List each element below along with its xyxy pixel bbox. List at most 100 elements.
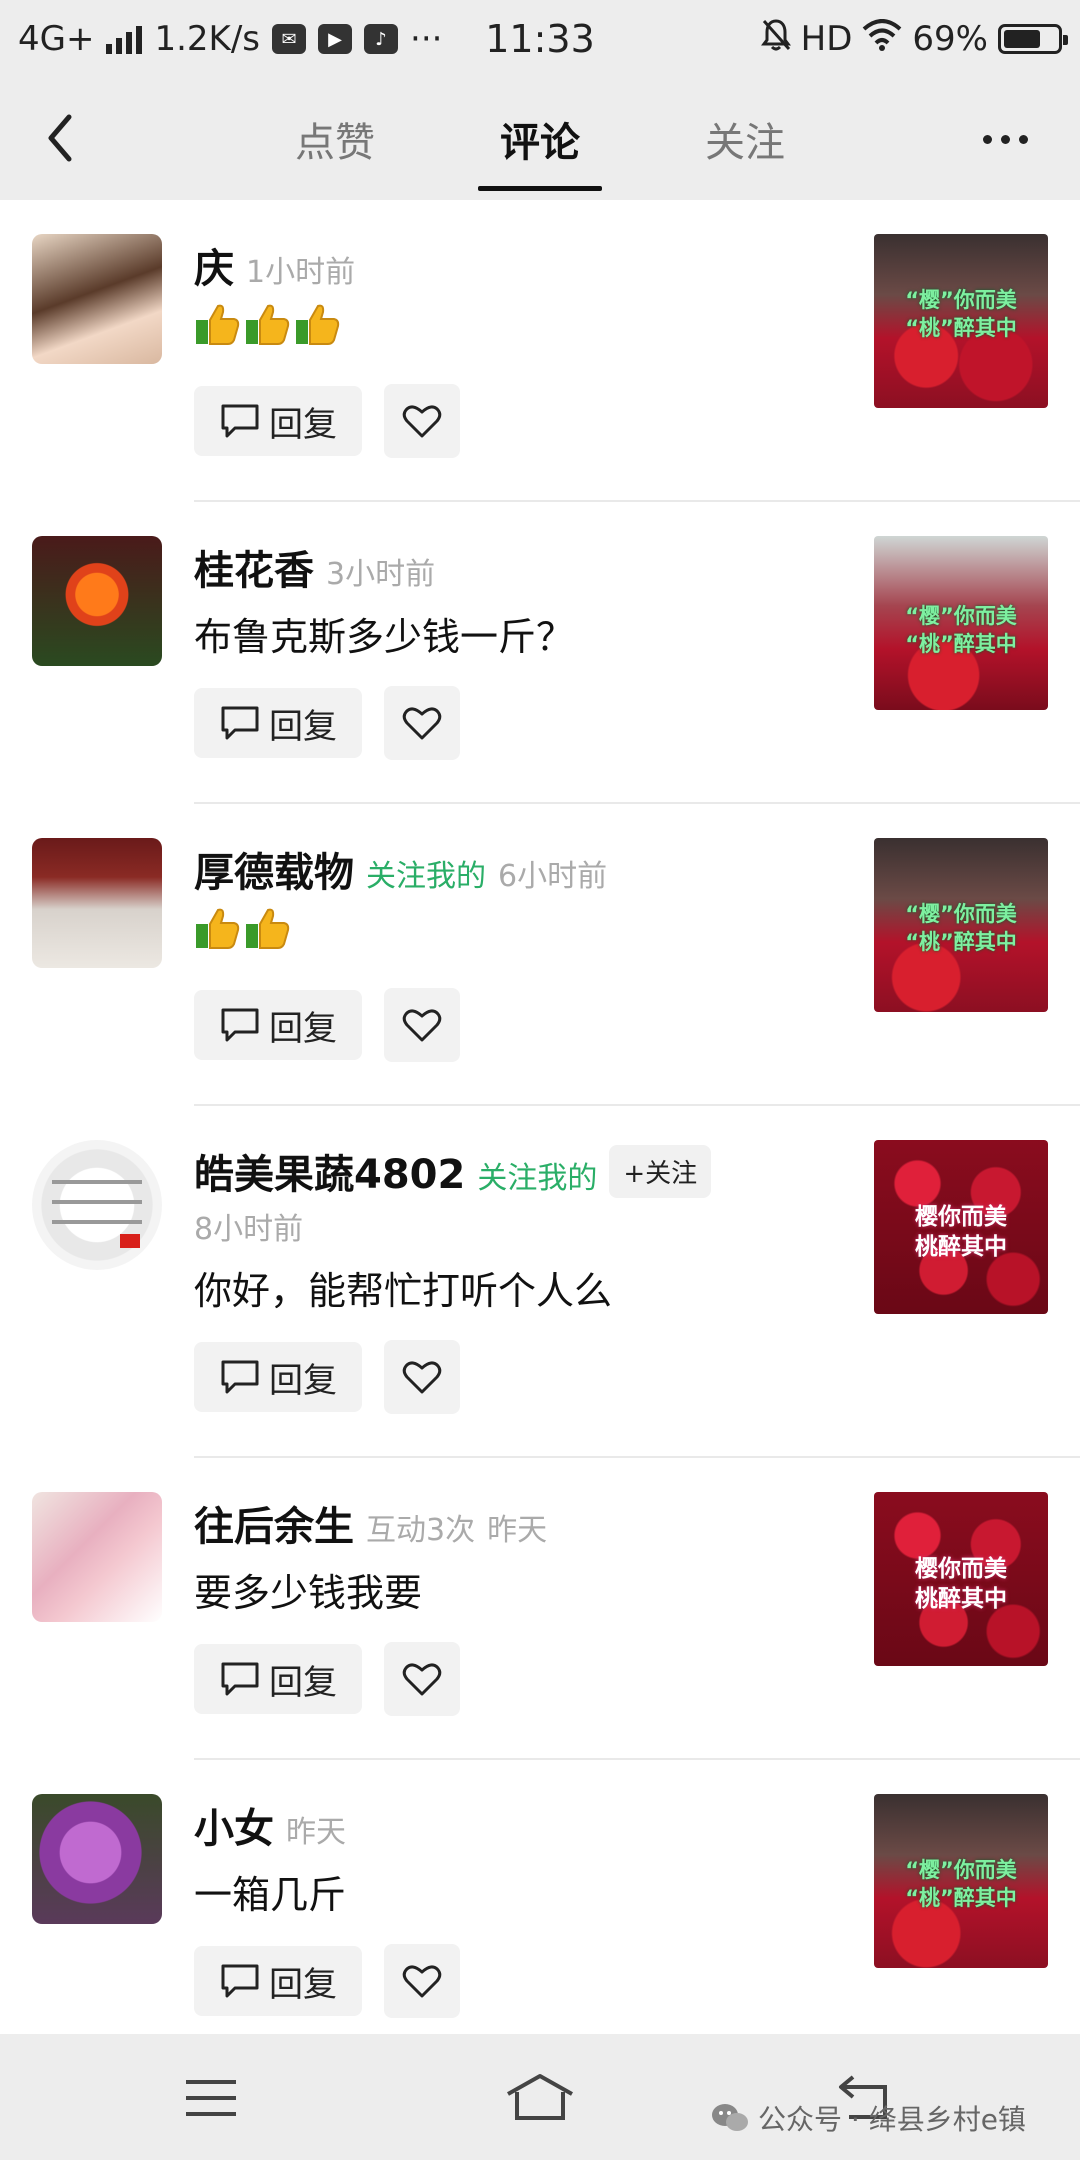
like-button[interactable] <box>384 1642 460 1716</box>
reply-label: 回复 <box>269 1360 337 1401</box>
video-icon: ▶ <box>318 24 353 54</box>
comment-list: 庆 1小时前 回复 “樱”你而美 “桃”醉其中 桂花香 3小时前 布鲁克斯多少钱… <box>0 200 1080 2040</box>
menu-button[interactable] <box>176 2070 246 2126</box>
menu-icon <box>186 2080 236 2116</box>
commenter-name[interactable]: 厚德载物 <box>194 840 354 898</box>
follows-me-tag: 关注我的 <box>366 859 486 894</box>
comment-bubble-icon <box>221 404 259 438</box>
more-notifications-icon: ··· <box>410 19 443 59</box>
hd-indicator: HD <box>800 19 853 59</box>
like-button[interactable] <box>384 1340 460 1414</box>
wechat-icon <box>712 2104 748 2131</box>
commenter-name[interactable]: 桂花香 <box>194 538 314 596</box>
network-speed: 1.2K/s <box>154 19 261 59</box>
post-thumbnail[interactable]: “樱”你而美 “桃”醉其中 <box>874 536 1048 710</box>
like-button[interactable] <box>384 1944 460 2018</box>
heart-icon <box>402 1663 442 1696</box>
comment-time: 6小时前 <box>498 859 608 894</box>
signal-icon <box>106 24 143 54</box>
system-navigation-bar <box>0 2034 1080 2160</box>
comment-bubble-icon <box>221 1662 259 1696</box>
reply-button[interactable]: 回复 <box>194 1342 362 1412</box>
reply-button[interactable]: 回复 <box>194 1644 362 1714</box>
reply-button[interactable]: 回复 <box>194 990 362 1060</box>
tab-comments[interactable]: 评论 <box>475 110 605 168</box>
post-thumbnail[interactable]: “樱”你而美 “桃”醉其中 <box>874 234 1048 408</box>
thumbnail-caption: “桃”醉其中 <box>905 930 1017 954</box>
avatar[interactable] <box>32 1794 162 1924</box>
comment-bubble-icon <box>221 706 259 740</box>
comment-item[interactable]: 皓美果蔬4802 关注我的 +关注 8小时前 你好，能帮忙打听个人么 回复 樱你… <box>0 1106 1080 1458</box>
thumbnail-caption: “桃”醉其中 <box>905 632 1017 656</box>
commenter-name[interactable]: 庆 <box>194 236 234 294</box>
follows-me-tag: 关注我的 <box>477 1161 598 1196</box>
thumbnail-caption: 樱你而美 <box>915 1556 1007 1582</box>
comment-item[interactable]: 小女 昨天 一箱几斤 回复 “樱”你而美 “桃”醉其中 <box>0 1760 1080 2040</box>
thumbs-up-emoji-row <box>194 906 290 950</box>
home-button[interactable] <box>505 2070 575 2126</box>
comment-text: 要多少钱我要 <box>194 1571 423 1615</box>
comment-time: 昨天 <box>487 1513 548 1548</box>
reply-label: 回复 <box>269 706 337 747</box>
watermark-text: 公众号 · 绛县乡村e镇 <box>758 2103 1026 2136</box>
thumbs-up-icon <box>296 304 340 345</box>
like-button[interactable] <box>384 384 460 458</box>
status-bar: 4G+ 1.2K/s ✉ ▶ ♪ ··· 11:33 HD 69% <box>0 0 1080 78</box>
back-button[interactable] <box>30 108 90 168</box>
reply-button[interactable]: 回复 <box>194 1946 362 2016</box>
reply-button[interactable]: 回复 <box>194 386 362 456</box>
avatar[interactable] <box>32 1140 162 1270</box>
thumbs-up-icon <box>246 304 290 345</box>
thumbs-up-emoji-row <box>194 302 340 346</box>
top-navigation: 点赞 评论 关注 <box>0 78 1080 200</box>
tab-likes[interactable]: 点赞 <box>270 110 400 168</box>
thumbnail-caption: 樱你而美 <box>915 1204 1007 1230</box>
watermark: 公众号 · 绛县乡村e镇 <box>710 2098 1026 2138</box>
comment-item[interactable]: 往后余生 互动3次 昨天 要多少钱我要 回复 樱你而美 桃醉其中 <box>0 1458 1080 1760</box>
avatar[interactable] <box>32 838 162 968</box>
thumbnail-caption: “桃”醉其中 <box>905 1886 1017 1910</box>
comment-item[interactable]: 厚德载物 关注我的 6小时前 回复 “樱”你而美 “桃”醉其中 <box>0 804 1080 1106</box>
heart-icon <box>402 707 442 740</box>
mail-icon: ✉ <box>272 24 307 54</box>
comment-bubble-icon <box>221 1008 259 1042</box>
tab-follows[interactable]: 关注 <box>680 110 810 168</box>
post-thumbnail[interactable]: “樱”你而美 “桃”醉其中 <box>874 1794 1048 1968</box>
follow-button[interactable]: +关注 <box>609 1144 712 1198</box>
more-options-button[interactable] <box>970 114 1040 164</box>
thumbnail-caption: “樱”你而美 <box>905 1858 1017 1882</box>
post-thumbnail[interactable]: 樱你而美 桃醉其中 <box>874 1140 1048 1314</box>
reply-button[interactable]: 回复 <box>194 688 362 758</box>
like-button[interactable] <box>384 686 460 760</box>
post-thumbnail[interactable]: 樱你而美 桃醉其中 <box>874 1492 1048 1666</box>
comment-item[interactable]: 桂花香 3小时前 布鲁克斯多少钱一斤？ 回复 “樱”你而美 “桃”醉其中 <box>0 502 1080 804</box>
reply-label: 回复 <box>269 1008 337 1049</box>
reply-label: 回复 <box>269 1662 337 1703</box>
interaction-count: 互动3次 <box>366 1513 476 1548</box>
like-button[interactable] <box>384 988 460 1062</box>
mute-bell-icon <box>760 18 791 61</box>
thumbs-up-icon <box>196 908 240 949</box>
commenter-name[interactable]: 往后余生 <box>194 1494 354 1552</box>
active-tab-indicator <box>478 186 602 191</box>
wifi-icon <box>862 18 902 60</box>
comment-time: 昨天 <box>286 1815 346 1850</box>
comment-time: 3小时前 <box>326 557 436 592</box>
thumbnail-caption: “樱”你而美 <box>905 604 1017 628</box>
comment-bubble-icon <box>221 1360 259 1394</box>
thumbnail-caption: 桃醉其中 <box>915 1234 1007 1260</box>
heart-icon <box>402 1965 442 1998</box>
network-type: 4G+ <box>18 19 95 59</box>
comment-text: 你好，能帮忙打听个人么 <box>194 1269 613 1313</box>
back-arrow-icon <box>48 114 72 162</box>
post-thumbnail[interactable]: “樱”你而美 “桃”醉其中 <box>874 838 1048 1012</box>
thumbnail-caption: “樱”你而美 <box>905 902 1017 926</box>
avatar[interactable] <box>32 234 162 364</box>
comment-text: 布鲁克斯多少钱一斤？ <box>194 615 575 659</box>
avatar[interactable] <box>32 1492 162 1622</box>
comment-item[interactable]: 庆 1小时前 回复 “樱”你而美 “桃”醉其中 <box>0 200 1080 502</box>
battery-icon <box>998 24 1068 54</box>
avatar[interactable] <box>32 536 162 666</box>
commenter-name[interactable]: 小女 <box>194 1796 274 1854</box>
commenter-name[interactable]: 皓美果蔬4802 <box>194 1142 465 1200</box>
